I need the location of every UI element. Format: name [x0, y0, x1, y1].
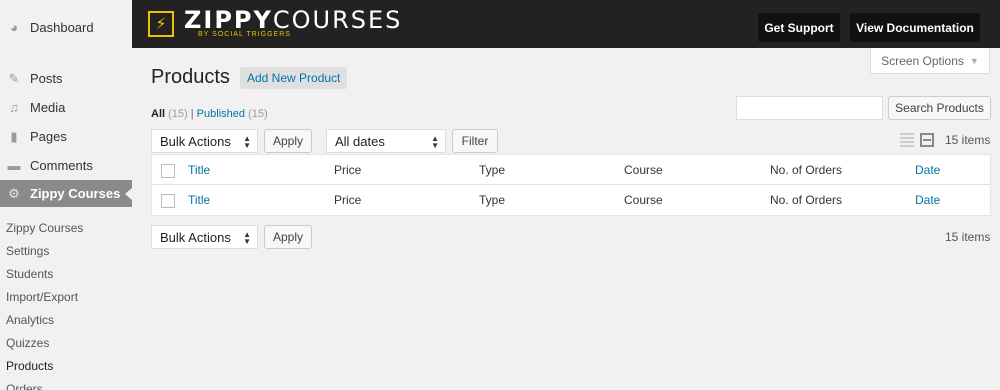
- menu-pages-label: Pages: [30, 129, 67, 144]
- table-header-row: Title Price Type Course No. of Orders Da…: [152, 155, 990, 185]
- menu-media-label: Media: [30, 100, 66, 115]
- caret-down-icon: ▼: [969, 55, 979, 66]
- filter-all-link[interactable]: All: [151, 108, 165, 120]
- column-header-price: Price: [334, 162, 362, 177]
- submenu-item-settings[interactable]: Settings: [0, 240, 132, 263]
- column-footer-orders: No. of Orders: [770, 193, 843, 207]
- menu-dashboard-label: Dashboard: [30, 20, 94, 35]
- search-input[interactable]: [736, 96, 883, 120]
- filter-separator: |: [190, 108, 194, 120]
- lightning-icon: ⚡: [148, 11, 174, 37]
- select-arrows-icon: ▲ ▼: [243, 134, 251, 150]
- plugin-banner: ⚡ ZIPPYCOURSES BY SOCIAL TRIGGERS Get Su…: [132, 0, 1000, 48]
- select-arrows-icon: ▲ ▼: [243, 230, 251, 246]
- page-title: Products: [151, 66, 230, 88]
- select-all-checkbox[interactable]: [161, 164, 175, 178]
- column-header-course: Course: [624, 162, 663, 177]
- list-view-icon[interactable]: [900, 133, 914, 147]
- zippy-submenu: Zippy Courses Settings Students Import/E…: [0, 207, 132, 390]
- excerpt-view-icon[interactable]: [920, 133, 934, 147]
- select-all-checkbox-footer[interactable]: [161, 194, 175, 208]
- items-count-top: 15 items: [945, 133, 991, 147]
- menu-media[interactable]: ♫ Media: [0, 93, 132, 122]
- status-filters: All (15) | Published (15): [151, 108, 268, 120]
- column-footer-course: Course: [624, 193, 663, 207]
- column-footer-title[interactable]: Title: [188, 193, 210, 207]
- submenu-item-analytics[interactable]: Analytics: [0, 309, 132, 332]
- filter-published-link[interactable]: Published: [197, 108, 245, 120]
- submenu-item-import-export[interactable]: Import/Export: [0, 286, 132, 309]
- submenu-item-zippy-courses[interactable]: Zippy Courses: [0, 217, 132, 240]
- menu-posts[interactable]: ✎ Posts: [0, 64, 132, 93]
- bulk-actions-select-bottom[interactable]: Bulk Actions ▲ ▼: [151, 225, 258, 249]
- bulk-actions-value: Bulk Actions: [160, 229, 231, 245]
- filter-button[interactable]: Filter: [452, 129, 498, 153]
- column-header-date[interactable]: Date: [915, 163, 940, 177]
- view-documentation-button[interactable]: View Documentation: [850, 13, 980, 42]
- menu-pages[interactable]: ▮ Pages: [0, 122, 132, 151]
- apply-button-top[interactable]: Apply: [264, 129, 312, 153]
- items-count-bottom: 15 items: [945, 230, 991, 244]
- media-icon: ♫: [9, 100, 19, 115]
- column-header-type: Type: [479, 162, 506, 177]
- admin-sidebar: ◕ Dashboard ✎ Posts ♫ Media ▮ Pages ▬ Co…: [0, 0, 133, 390]
- logo-subtitle: BY SOCIAL TRIGGERS: [198, 31, 291, 38]
- submenu-item-products[interactable]: Products: [0, 355, 132, 378]
- menu-comments[interactable]: ▬ Comments: [0, 151, 132, 180]
- column-footer-price: Price: [334, 193, 362, 207]
- gear-icon: ⚙: [8, 185, 20, 201]
- pin-icon: ✎: [8, 70, 20, 86]
- submenu-item-orders[interactable]: Orders: [0, 378, 132, 390]
- menu-zippy-courses[interactable]: ⚙ Zippy Courses: [0, 180, 133, 207]
- submenu-item-students[interactable]: Students: [0, 263, 132, 286]
- comment-icon: ▬: [7, 158, 21, 173]
- products-table: Title Price Type Course No. of Orders Da…: [151, 154, 991, 216]
- date-filter-select[interactable]: All dates ▲ ▼: [326, 129, 446, 153]
- column-footer-date[interactable]: Date: [915, 193, 940, 207]
- get-support-button[interactable]: Get Support: [758, 13, 840, 42]
- column-header-title[interactable]: Title: [188, 163, 210, 177]
- screen-options-label: Screen Options: [881, 53, 964, 68]
- pages-icon: ▮: [10, 128, 18, 144]
- filter-all-count: (15): [168, 108, 188, 120]
- dashboard-icon: ◕: [10, 20, 18, 35]
- view-mode-switcher: [900, 133, 934, 147]
- logo-text: ZIPPYCOURSES: [184, 6, 403, 34]
- select-arrows-icon: ▲ ▼: [431, 134, 439, 150]
- column-header-orders: No. of Orders: [770, 162, 843, 177]
- add-new-product-button[interactable]: Add New Product: [240, 67, 348, 89]
- table-footer-row: Title Price Type Course No. of Orders Da…: [152, 185, 990, 215]
- date-filter-value: All dates: [335, 133, 385, 149]
- screen-options-toggle[interactable]: Screen Options ▼: [870, 48, 990, 74]
- menu-zippy-courses-label: Zippy Courses: [30, 186, 121, 201]
- bulk-actions-value: Bulk Actions: [160, 133, 231, 149]
- submenu-item-quizzes[interactable]: Quizzes: [0, 332, 132, 355]
- menu-comments-label: Comments: [30, 158, 93, 173]
- menu-posts-label: Posts: [30, 71, 63, 86]
- search-products-button[interactable]: Search Products: [888, 96, 991, 120]
- column-footer-type: Type: [479, 193, 506, 207]
- bulk-actions-select-top[interactable]: Bulk Actions ▲ ▼: [151, 129, 258, 153]
- apply-button-bottom[interactable]: Apply: [264, 225, 312, 249]
- menu-dashboard[interactable]: ◕ Dashboard: [0, 13, 132, 42]
- filter-published-count: (15): [248, 108, 268, 120]
